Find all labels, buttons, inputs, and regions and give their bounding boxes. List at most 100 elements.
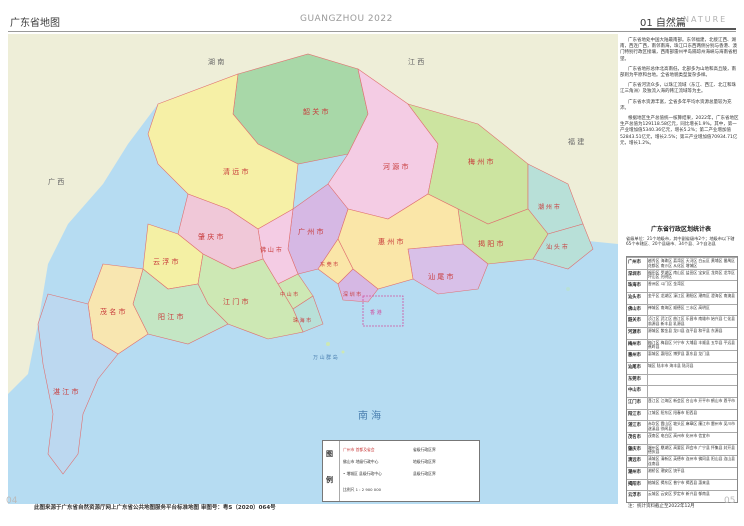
table-cell-districts: 源城区 紫金县 龙川县 连平县 和平县 东源县 bbox=[648, 328, 723, 333]
table-cell-districts: 云城区 云安区 罗定市 新兴县 郁南县 bbox=[648, 491, 710, 497]
table-cell-districts: 福田区 罗湖区 南山区 盐田区 宝安区 龙岗区 龙华区 坪山区 光明区 bbox=[648, 269, 735, 280]
legend-title-char2: 例 bbox=[326, 476, 333, 484]
table-cell-districts: 越秀区 海珠区 荔湾区 天河区 白云区 黄埔区 番禺区 花都区 南沙区 从化区 … bbox=[648, 258, 735, 268]
table-cell-city: 湛江市 bbox=[628, 423, 641, 429]
table-cell-city: 茂名市 bbox=[628, 435, 641, 440]
table-cell-districts: 香洲区 斗门区 金湾区 bbox=[648, 281, 685, 287]
table-cell-city: 韶关市 bbox=[628, 318, 641, 324]
city-label-shaoguan: 韶 关 市 bbox=[303, 107, 328, 116]
page-number-right: 05 bbox=[724, 496, 736, 506]
table-cell-city: 江门市 bbox=[628, 400, 641, 405]
sidebar-paragraph: 广东省地处中国大陆最南部。东邻福建，北接江西、湖南，西连广西，南邻南海，珠江口东… bbox=[620, 38, 737, 62]
page-header: 广东省地图 GUANGZHOU 2022 01 自然篇 NATURE bbox=[0, 0, 744, 34]
page-number-left: 04 bbox=[6, 496, 18, 506]
city-label-huizhou: 惠 州 市 bbox=[378, 237, 403, 246]
neighbor-label-hunan: 湖 南 bbox=[208, 57, 224, 66]
page-title: 广东省地图 bbox=[10, 18, 60, 29]
table-title: 广东省行政区划统计表 bbox=[650, 226, 711, 233]
table-cell-city: 揭阳市 bbox=[628, 481, 641, 487]
header-divider bbox=[8, 31, 736, 32]
city-label-chaozhou: 潮 州 市 bbox=[538, 203, 560, 211]
table-cell-districts: 榕城区 揭东区 普宁市 揭西县 惠来县 bbox=[648, 479, 710, 485]
admin-division-table: 广州市 越秀区 海珠区 荔湾区 天河区 白云区 黄埔区 番禺区 花都区 南沙区 从… bbox=[626, 256, 738, 503]
city-label-jieyang: 揭 阳 市 bbox=[478, 239, 503, 248]
island bbox=[341, 350, 345, 354]
city-label-foshan: 佛 山 市 bbox=[260, 246, 282, 254]
city-label-jiangmen: 江 门 市 bbox=[223, 297, 248, 306]
legend-item: • 增城区 县级行政中心 bbox=[343, 471, 382, 476]
table-cell-city: 阳江市 bbox=[628, 411, 641, 417]
legend-scale: 比例尺 1 : 2 900 000 bbox=[343, 487, 382, 492]
table-cell-districts: 惠城区 惠阳区 博罗县 惠东县 龙门县 bbox=[648, 351, 710, 357]
hong-kong-label: 香 港 bbox=[370, 309, 382, 316]
islands-label: 万 山 群 岛 bbox=[313, 354, 338, 361]
table-cell-districts: 江城区 阳东区 阳春市 阳西县 bbox=[648, 409, 698, 415]
header-center-text: GUANGZHOU 2022 bbox=[300, 14, 393, 24]
table-cell-districts: 湘桥区 潮安区 饶平县 bbox=[648, 468, 685, 473]
city-label-yangjiang: 阳 江 市 bbox=[158, 312, 183, 321]
table-cell-city: 中山市 bbox=[628, 388, 641, 394]
sea-label: 南 海 bbox=[358, 409, 381, 422]
legend-item: 广州市 首都及省会 bbox=[343, 447, 375, 452]
table-cell-city: 肇庆市 bbox=[628, 446, 641, 452]
table-cell-city: 云浮市 bbox=[628, 493, 641, 499]
neighbor-label-fujian: 福 建 bbox=[568, 137, 584, 146]
table-cell-city: 清远市 bbox=[628, 458, 641, 464]
table-cell-districts: 金平区 龙湖区 濠江区 潮阳区 潮南区 澄海区 南澳县 bbox=[648, 293, 735, 298]
table-cell-districts: 禅城区 南海区 顺德区 三水区 高明区 bbox=[648, 304, 710, 310]
legend-item: 地级行政区界 bbox=[413, 459, 436, 464]
sidebar-paragraph: 广东省地形总体北高南低，北部多为山地和高丘陵，南部则为平原和台地。全省地貌类型复… bbox=[620, 66, 736, 79]
table-cell-city: 梅州市 bbox=[628, 341, 641, 347]
legend-divider bbox=[339, 441, 340, 501]
city-label-zhanjiang: 湛 江 市 bbox=[53, 387, 78, 396]
table-cell-city: 汕头市 bbox=[628, 295, 641, 300]
table-cell-city: 汕尾市 bbox=[628, 365, 641, 370]
neighbor-label-jiangxi: 江 西 bbox=[408, 58, 424, 66]
island bbox=[566, 287, 570, 291]
city-label-zhuhai: 珠 海 市 bbox=[293, 317, 311, 324]
city-label-guangzhou: 广 州 市 bbox=[298, 227, 323, 236]
island bbox=[326, 342, 330, 346]
city-label-dongguan: 东 莞 市 bbox=[320, 261, 338, 268]
legend-item: 佛山市 地级行政中心 bbox=[343, 459, 379, 464]
city-label-heyuan: 河 源 市 bbox=[383, 162, 408, 171]
city-label-shenzhen: 深 圳 市 bbox=[343, 291, 361, 298]
neighbor-label-guangxi: 广 西 bbox=[48, 177, 64, 186]
section-label: 01 自然篇 bbox=[640, 18, 686, 29]
sidebar-paragraph: 广东省河流众多，以珠江流域（东江、西江、北江和珠江三角洲）及独流入海的韩江流域等… bbox=[620, 83, 736, 95]
table-cell-districts: 蓬江区 江海区 新会区 台山市 开平市 鹤山市 恩平市 bbox=[648, 398, 735, 403]
city-label-zhongshan: 中 山 市 bbox=[280, 291, 298, 298]
sidebar-paragraph: 根据地区生产总值统一核算结果，2022年，广东省地区生产总值为129118.58… bbox=[620, 116, 739, 146]
city-label-shantou: 汕 头 市 bbox=[546, 243, 568, 251]
map-legend: 图 例 广州市 首都及省会 佛山市 地级行政中心 • 增城区 县级行政中心 省级… bbox=[322, 440, 480, 502]
city-label-shanwei: 汕 尾 市 bbox=[428, 272, 453, 281]
table-cell-districts: 茂南区 电白区 高州市 化州市 信宜市 bbox=[648, 433, 710, 438]
city-label-meizhou: 梅 州 市 bbox=[468, 157, 493, 166]
legend-item: 县级行政区界 bbox=[413, 471, 436, 476]
legend-item: 省级行政区界 bbox=[413, 447, 436, 452]
table-cell-city: 广州市 bbox=[628, 260, 641, 265]
table-cell-city: 东莞市 bbox=[628, 376, 641, 382]
city-label-yunfu: 云 浮 市 bbox=[153, 257, 178, 266]
table-description: 省级单位：21个地级市，其中副省级市2个；地级市以下辖65个市辖区、20个县级市… bbox=[626, 236, 735, 247]
guangdong-map[interactable]: 韶 关 市 清 远 市 梅 州 市 河 源 市 肇 庆 市 广 州 市 惠 州 … bbox=[8, 34, 618, 504]
table-cell-city: 珠海市 bbox=[628, 283, 641, 289]
table-cell-city: 深圳市 bbox=[628, 271, 641, 277]
table-cell-city: 惠州市 bbox=[628, 353, 641, 359]
city-label-zhaoqing: 肇 庆 市 bbox=[198, 232, 223, 241]
table-cell-districts: 梅江区 梅县区 兴宁市 大埔县 丰顺县 五华县 平远县 蕉岭县 bbox=[648, 339, 735, 350]
map-source-note: 此图来源于广东省自然资源厅网上广东省公共地图服务平台标准地图 审图号：粤S（20… bbox=[34, 505, 276, 511]
table-cell-districts: 赤坎区 霞山区 坡头区 麻章区 廉江市 雷州市 吴川市 遂溪县 徐闻县 bbox=[648, 421, 735, 432]
table-note: 注：统计资料截止至2022年12月 bbox=[628, 504, 695, 509]
city-label-maoming: 茂 名 市 bbox=[100, 307, 125, 316]
table-cell-city: 佛山市 bbox=[628, 306, 641, 312]
section-label-en: NATURE bbox=[683, 15, 728, 24]
header-accent-line bbox=[640, 28, 736, 30]
table-row: 云浮市 云城区 云安区 罗定市 新兴县 郁南县 bbox=[627, 490, 737, 503]
city-label-qingyuan: 清 远 市 bbox=[223, 167, 248, 176]
table-cell-districts: 清城区 清新区 英德市 连州市 佛冈县 阳山县 连山县 连南县 bbox=[648, 456, 735, 467]
table-cell-city: 潮州市 bbox=[628, 470, 641, 475]
table-cell-districts: 浈江区 武江区 曲江区 乐昌市 南雄市 始兴县 仁化县 翁源县 新丰县 乳源县 bbox=[648, 316, 735, 327]
legend-title-char1: 图 bbox=[326, 450, 333, 458]
table-cell-districts: 城区 陆丰市 海丰县 陆河县 bbox=[648, 363, 694, 368]
